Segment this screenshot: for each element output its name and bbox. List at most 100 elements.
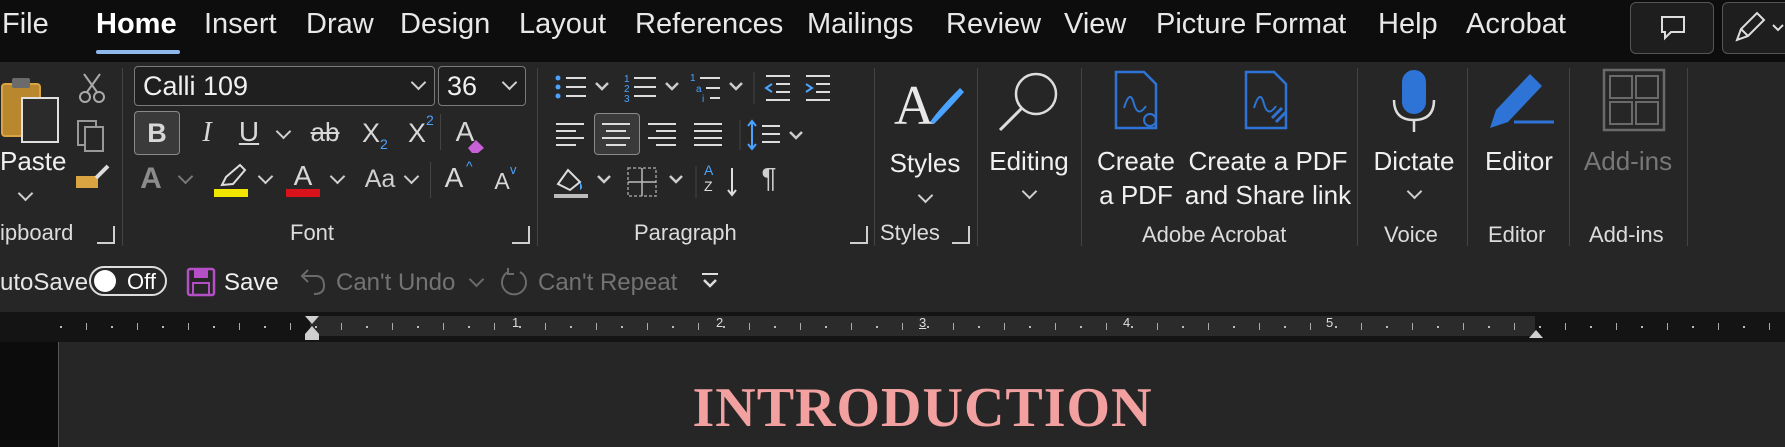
ruler-tick [1411, 323, 1413, 330]
justify-icon [694, 123, 722, 146]
font-size-combobox[interactable]: 36 [438, 66, 526, 106]
tab-mailings[interactable]: Mailings [807, 8, 913, 41]
font-color-button[interactable]: A [286, 160, 320, 192]
paste-label[interactable]: Paste [0, 144, 67, 178]
styles-dialog-launcher[interactable] [952, 226, 970, 244]
add-ins-grid-icon [1602, 68, 1666, 132]
align-left-icon [556, 123, 584, 146]
highlight-dropdown-caret[interactable] [257, 168, 274, 185]
ruler-tick [1309, 323, 1311, 330]
ruler-tick [238, 323, 240, 330]
sort-button[interactable] [700, 162, 736, 200]
indent-marker[interactable] [302, 314, 322, 342]
underline-button[interactable]: U [234, 116, 264, 148]
group-separator [977, 68, 978, 246]
clipboard-dialog-launcher[interactable] [97, 226, 115, 244]
document-heading[interactable]: INTRODUCTION [0, 376, 1785, 440]
editing-button[interactable]: Editing [984, 66, 1074, 212]
autosave-toggle[interactable]: Off [89, 266, 167, 296]
create-pdf-button[interactable]: Create a PDF [1090, 66, 1182, 216]
change-case-dropdown-caret[interactable] [403, 168, 420, 185]
editing-mode-button[interactable] [1722, 2, 1785, 54]
acrobat-pdf-icon [1114, 70, 1158, 130]
font-family-combobox[interactable]: Calli 109 [134, 66, 435, 106]
tab-home[interactable]: Home [96, 8, 177, 41]
styles-gallery-button[interactable]: A Styles [880, 66, 970, 212]
ruler-tick [595, 323, 597, 330]
copy-icon[interactable] [74, 118, 110, 154]
repeat-button[interactable]: Can't Repeat [498, 264, 678, 298]
font-size-value: 36 [447, 71, 478, 101]
ruler-tick [60, 326, 62, 328]
ruler-tick [621, 326, 623, 328]
ruler-number: 5 [1326, 315, 1334, 330]
ruler-tick [1054, 323, 1056, 330]
editor-button[interactable]: Editor [1474, 66, 1564, 212]
ruler-tick [1692, 326, 1694, 328]
text-effects-button[interactable]: A [136, 162, 166, 196]
ruler-tick [901, 323, 903, 330]
tab-draw[interactable]: Draw [306, 8, 374, 41]
text-effects-dropdown-caret[interactable] [177, 168, 194, 185]
add-ins-button[interactable]: Add-ins [1576, 66, 1680, 212]
ruler-tick [1360, 323, 1362, 330]
bold-button[interactable]: B [134, 111, 180, 155]
right-indent-marker[interactable] [1527, 324, 1545, 340]
grow-font-caret-icon: ^ [466, 158, 473, 174]
editor-group-label: Editor [1488, 222, 1546, 247]
add-ins-label: Add-ins [1583, 146, 1673, 176]
undo-button[interactable]: Can't Undo [296, 264, 486, 298]
customize-qat-icon[interactable] [698, 270, 722, 294]
ruler-tick [519, 326, 521, 328]
ruler-tick [366, 326, 368, 328]
tab-acrobat[interactable]: Acrobat [1466, 8, 1566, 41]
save-button[interactable]: Save [186, 264, 279, 298]
font-color-dropdown-caret[interactable] [329, 168, 346, 185]
tab-picture-format[interactable]: Picture Format [1156, 8, 1346, 41]
tab-view[interactable]: View [1064, 8, 1126, 41]
ruler-tick [1386, 326, 1388, 328]
document-area[interactable]: INTRODUCTION [0, 342, 1785, 447]
comments-button[interactable] [1630, 2, 1714, 54]
underline-dropdown-caret[interactable] [275, 123, 292, 140]
repeat-label: Can't Repeat [538, 269, 678, 296]
ruler-tick [1284, 326, 1286, 328]
chevron-down-icon [917, 187, 934, 204]
ruler-tick [876, 326, 878, 328]
undo-label: Can't Undo [336, 269, 456, 296]
show-formatting-marks-button[interactable]: ¶ [756, 162, 782, 194]
chevron-down-icon [1406, 183, 1423, 200]
save-icon [186, 267, 216, 297]
tab-review[interactable]: Review [946, 8, 1041, 41]
format-painter-icon[interactable] [72, 162, 112, 198]
paragraph-dialog-launcher[interactable] [850, 226, 868, 244]
separator [430, 162, 431, 198]
strikethrough-button[interactable]: ab [306, 117, 344, 148]
ruler-tick [1207, 323, 1209, 330]
editor-pen-icon [1490, 74, 1554, 128]
line-spacing-icon [747, 119, 780, 151]
grow-font-button[interactable]: A [440, 162, 468, 194]
ruler-tick [340, 323, 342, 330]
font-color-bar [286, 189, 320, 197]
group-separator [1081, 68, 1082, 246]
create-pdf-share-link-button[interactable]: Create a PDF and Share link [1184, 66, 1352, 216]
italic-button[interactable]: I [192, 117, 222, 149]
align-center-icon [602, 123, 630, 146]
cut-icon[interactable] [76, 72, 108, 104]
paste-dropdown-caret[interactable] [17, 185, 34, 202]
ruler-tick [468, 326, 470, 328]
horizontal-ruler[interactable]: 1 2 3 4 5 [0, 312, 1785, 342]
clipboard-group-label: ipboard [0, 220, 74, 245]
tab-file[interactable]: File [2, 8, 49, 41]
tab-help[interactable]: Help [1378, 8, 1438, 41]
font-dialog-launcher[interactable] [512, 226, 530, 244]
tab-layout[interactable]: Layout [519, 8, 606, 41]
ruler-tick [1513, 323, 1515, 330]
tab-references[interactable]: References [635, 8, 783, 41]
dictate-button[interactable]: Dictate [1364, 66, 1464, 216]
ruler-tick [1564, 323, 1566, 330]
tab-insert[interactable]: Insert [204, 8, 277, 41]
change-case-button[interactable]: Aa [360, 165, 400, 194]
tab-design[interactable]: Design [400, 8, 490, 41]
